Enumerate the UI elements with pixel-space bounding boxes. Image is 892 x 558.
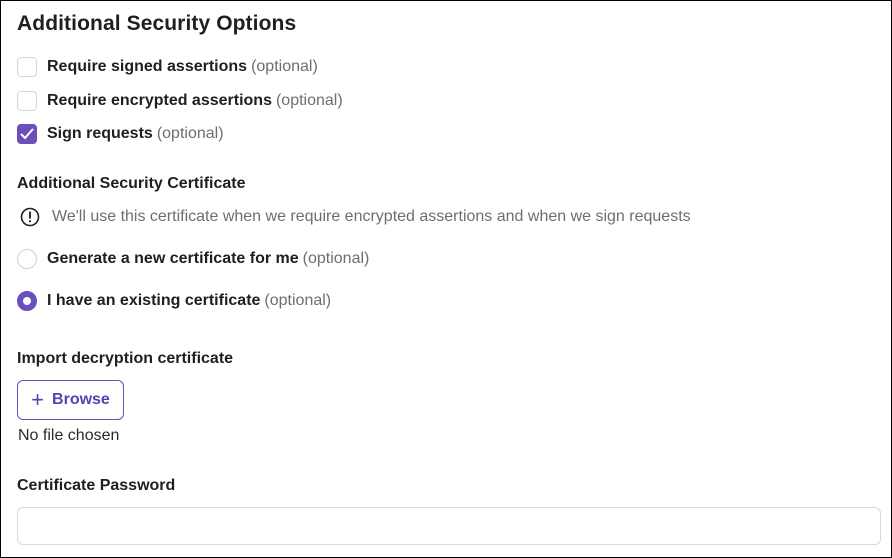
checkbox-checked[interactable] — [17, 124, 37, 144]
plus-icon: + — [31, 387, 45, 412]
radio-label: Generate a new certificate for me — [47, 250, 299, 267]
password-heading: Certificate Password — [17, 477, 176, 494]
optional-hint: (optional) — [251, 58, 318, 75]
page-title: Additional Security Options — [17, 12, 297, 35]
option-label: Require signed assertions — [47, 58, 248, 75]
option-label: Require encrypted assertions — [47, 92, 272, 109]
optional-hint: (optional) — [275, 92, 343, 109]
radio-label: I have an existing certificate — [47, 292, 261, 309]
optional-hint: (optional) — [156, 125, 224, 142]
radio-button-selected[interactable] — [17, 291, 37, 311]
radio-generate-certificate[interactable]: Generate a new certificate for me (optio… — [17, 249, 369, 269]
checkbox[interactable] — [17, 57, 37, 77]
certificate-heading: Additional Security Certificate — [17, 175, 246, 192]
info-text: We'll use this certificate when we requi… — [52, 208, 691, 225]
certificate-info: We'll use this certificate when we requi… — [20, 207, 691, 227]
option-label: Sign requests — [47, 125, 153, 142]
browse-button[interactable]: + Browse — [17, 380, 124, 420]
certificate-password-input[interactable] — [17, 507, 881, 545]
option-require-signed-assertions[interactable]: Require signed assertions (optional) — [17, 57, 318, 77]
info-circle-icon — [20, 207, 40, 227]
checkmark-icon — [20, 128, 34, 139]
optional-hint: (optional) — [264, 292, 332, 309]
optional-hint: (optional) — [302, 250, 370, 267]
import-heading: Import decryption certificate — [17, 350, 234, 367]
option-require-encrypted-assertions[interactable]: Require encrypted assertions (optional) — [17, 91, 343, 111]
radio-button[interactable] — [17, 249, 37, 269]
option-sign-requests[interactable]: Sign requests (optional) — [17, 124, 224, 144]
browse-label: Browse — [52, 391, 110, 408]
file-status: No file chosen — [18, 427, 120, 444]
security-options-panel: Additional Security Options Require sign… — [0, 0, 892, 558]
checkbox[interactable] — [17, 91, 37, 111]
radio-existing-certificate[interactable]: I have an existing certificate (optional… — [17, 291, 331, 311]
